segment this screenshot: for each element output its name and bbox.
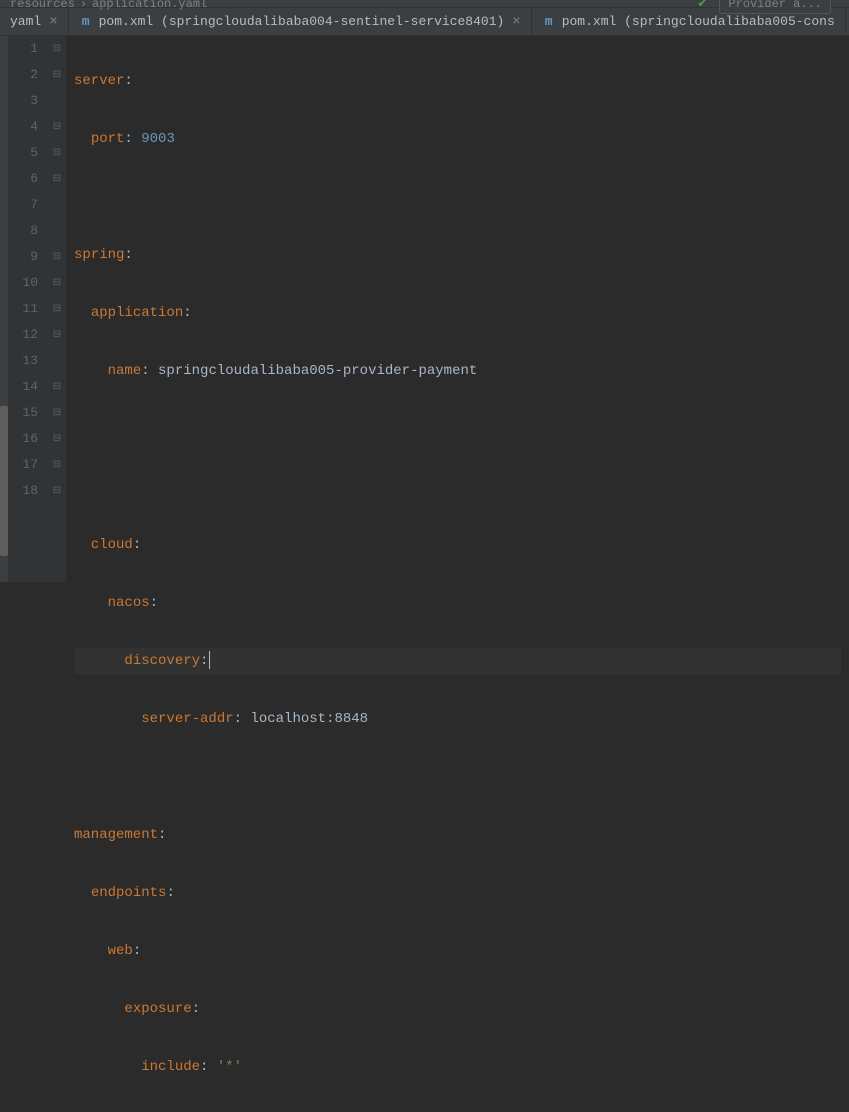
line-number: 1 xyxy=(18,36,38,62)
maven-icon: m xyxy=(542,15,556,29)
code-line-current[interactable]: discovery: xyxy=(74,648,841,674)
fold-icon[interactable]: ⊟ xyxy=(48,166,66,192)
line-number: 15 xyxy=(18,400,38,426)
code-line[interactable]: port: 9003 xyxy=(74,126,841,152)
fold-gutter: ⊟ ⊟ ⊟ ⊟ ⊟ ⊟ ⊟ ⊟ ⊟ ⊟ ⊟ ⊟ ⊟ ⊟ xyxy=(48,36,66,582)
fold-icon[interactable]: ⊟ xyxy=(48,270,66,296)
line-number: 7 xyxy=(18,192,38,218)
close-icon[interactable]: × xyxy=(512,14,520,30)
code-line[interactable]: management: xyxy=(74,822,841,848)
tab-label: pom.xml (springcloudalibaba004-sentinel-… xyxy=(99,14,505,29)
fold-icon[interactable]: ⊟ xyxy=(48,296,66,322)
code-line[interactable]: include: '*' xyxy=(74,1054,841,1080)
fold-icon[interactable]: ⊟ xyxy=(48,400,66,426)
line-number-gutter: 1 2 3 4 5 6 7 8 9 10 11 12 13 14 15 16 1… xyxy=(8,36,48,582)
tab-pom-005[interactable]: m pom.xml (springcloudalibaba005-cons xyxy=(532,8,846,35)
fold-icon[interactable]: ⊟ xyxy=(48,478,66,504)
line-number: 5 xyxy=(18,140,38,166)
code-line[interactable] xyxy=(74,474,841,500)
line-number: 2 xyxy=(18,62,38,88)
line-number: 9 xyxy=(18,244,38,270)
fold-icon[interactable]: ⊟ xyxy=(48,452,66,478)
code-line[interactable]: endpoints: xyxy=(74,880,841,906)
code-line[interactable]: spring: xyxy=(74,242,841,268)
line-number: 16 xyxy=(18,426,38,452)
code-line[interactable]: exposure: xyxy=(74,996,841,1022)
close-icon[interactable]: × xyxy=(49,14,57,30)
editor-tabs: yaml × m pom.xml (springcloudalibaba004-… xyxy=(0,8,849,36)
fold-icon[interactable]: ⊟ xyxy=(48,244,66,270)
line-number: 4 xyxy=(18,114,38,140)
code-line[interactable]: web: xyxy=(74,938,841,964)
line-number: 18 xyxy=(18,478,38,504)
fold-icon[interactable]: ⊟ xyxy=(48,322,66,348)
code-line[interactable] xyxy=(74,416,841,442)
fold-icon[interactable]: ⊟ xyxy=(48,426,66,452)
code-line[interactable]: nacos: xyxy=(74,590,841,616)
tab-yaml[interactable]: yaml × xyxy=(0,8,69,35)
maven-icon: m xyxy=(79,15,93,29)
code-line[interactable] xyxy=(74,764,841,790)
code-line[interactable]: server-addr: localhost:8848 xyxy=(74,706,841,732)
fold-icon[interactable]: ⊟ xyxy=(48,140,66,166)
line-number: 10 xyxy=(18,270,38,296)
fold-icon[interactable]: ⊟ xyxy=(48,62,66,88)
code-line[interactable]: cloud: xyxy=(74,532,841,558)
line-number: 14 xyxy=(18,374,38,400)
left-scrollbar[interactable] xyxy=(0,36,8,582)
code-line[interactable] xyxy=(74,184,841,210)
code-line[interactable]: application: xyxy=(74,300,841,326)
scrollbar-thumb[interactable] xyxy=(0,406,8,556)
line-number: 6 xyxy=(18,166,38,192)
line-number: 3 xyxy=(18,88,38,114)
fold-icon[interactable]: ⊟ xyxy=(48,374,66,400)
fold-icon[interactable]: ⊟ xyxy=(48,114,66,140)
line-number: 13 xyxy=(18,348,38,374)
code-content[interactable]: server: port: 9003 spring: application: … xyxy=(66,36,849,582)
line-number: 12 xyxy=(18,322,38,348)
code-line[interactable]: name: springcloudalibaba005-provider-pay… xyxy=(74,358,841,384)
tab-pom-004[interactable]: m pom.xml (springcloudalibaba004-sentine… xyxy=(69,8,532,35)
text-cursor xyxy=(209,651,210,669)
code-line[interactable]: server: xyxy=(74,68,841,94)
line-number: 11 xyxy=(18,296,38,322)
tab-label: pom.xml (springcloudalibaba005-cons xyxy=(562,14,835,29)
tab-label: yaml xyxy=(10,14,41,29)
breadcrumb: resources › application.yaml ✔ Provider … xyxy=(0,0,849,8)
fold-icon[interactable]: ⊟ xyxy=(48,36,66,62)
line-number: 8 xyxy=(18,218,38,244)
line-number: 17 xyxy=(18,452,38,478)
code-editor[interactable]: 1 2 3 4 5 6 7 8 9 10 11 12 13 14 15 16 1… xyxy=(0,36,849,582)
